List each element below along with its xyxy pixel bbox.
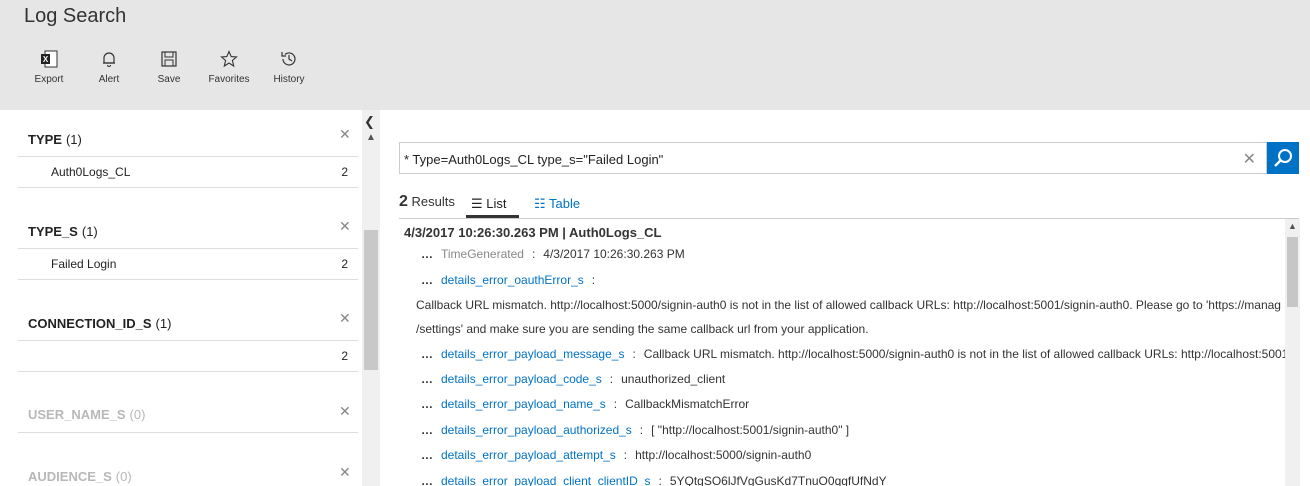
ellipsis-icon[interactable]: … — [421, 397, 433, 411]
ellipsis-icon[interactable]: … — [421, 474, 433, 486]
facet-type-close-icon[interactable]: ✕ — [339, 126, 351, 143]
search-box: ✕ — [399, 142, 1267, 174]
facet-header-type: TYPE (1) — [28, 132, 82, 147]
favorites-label: Favorites — [208, 74, 250, 85]
star-icon — [199, 50, 259, 70]
search-input[interactable] — [404, 149, 1234, 169]
record-field: … details_error_oauthError_s: — [421, 273, 596, 287]
search-button[interactable] — [1267, 142, 1299, 174]
tab-list[interactable]: ☰ List — [471, 196, 507, 212]
export-button[interactable]: X Export — [19, 50, 79, 85]
record-field: … details_error_payload_client_clientID_s… — [421, 474, 887, 486]
facet-value-row[interactable]: Failed Login 2 — [18, 248, 358, 280]
facet-header-audience-s: AUDIENCE_S (0) — [28, 469, 132, 484]
favorites-button[interactable]: Favorites — [199, 50, 259, 85]
ellipsis-icon[interactable]: … — [421, 372, 433, 386]
results-list: 4/3/2017 10:26:30.263 PM | Auth0Logs_CL … — [399, 219, 1285, 486]
ellipsis-icon[interactable]: … — [421, 423, 433, 437]
facet-header-connection-id-s: CONNECTION_ID_S (1) — [28, 316, 172, 331]
history-clock-icon — [259, 50, 319, 70]
search-icon — [1274, 149, 1292, 167]
facet-user-name-s-close-icon[interactable]: ✕ — [339, 403, 351, 420]
history-button[interactable]: History — [259, 50, 319, 85]
save-button[interactable]: Save — [139, 50, 199, 85]
facet-audience-s-close-icon[interactable]: ✕ — [339, 464, 351, 481]
history-label: History — [273, 74, 305, 85]
svg-text:X: X — [43, 55, 49, 64]
scroll-up-arrow-icon[interactable]: ▲ — [366, 132, 376, 143]
list-icon: ☰ — [471, 196, 483, 211]
close-icon[interactable]: ✕ — [1243, 149, 1256, 169]
table-icon: ☷ — [534, 196, 546, 211]
alert-label: Alert — [98, 74, 120, 85]
scrollbar-thumb[interactable] — [1287, 237, 1298, 307]
ellipsis-icon[interactable]: … — [421, 273, 433, 287]
floppy-disk-icon — [139, 50, 199, 70]
save-label: Save — [157, 74, 181, 85]
bell-icon — [79, 50, 139, 70]
results-count: 2 Results — [399, 193, 455, 210]
excel-icon: X — [19, 50, 79, 70]
ellipsis-icon[interactable]: … — [421, 247, 433, 261]
record-field: … details_error_payload_attempt_s: http://… — [421, 448, 812, 462]
facet-header-type-s: TYPE_S (1) — [28, 224, 98, 239]
collapse-panel-chevron-left-icon[interactable]: ❮ — [364, 114, 375, 130]
filter-panel: TYPE (1) ✕ Auth0Logs_CL 2 TYPE_S (1) ✕ Fai… — [0, 110, 362, 486]
results-scrollbar[interactable]: ▲ — [1285, 219, 1300, 486]
record-title: 4/3/2017 10:26:30.263 PM | Auth0Logs_CL — [404, 225, 662, 240]
facet-divider — [18, 432, 358, 433]
field-long-value: Callback URL mismatch. http://localhost:… — [416, 298, 1281, 312]
export-label: Export — [34, 74, 64, 85]
filter-panel-scrollbar[interactable]: ❮ ▲ — [362, 110, 380, 486]
facet-connection-id-s-close-icon[interactable]: ✕ — [339, 310, 351, 327]
record-field: … details_error_payload_code_s: unauthoriz… — [421, 372, 726, 386]
alert-button[interactable]: Alert — [79, 50, 139, 85]
facet-header-user-name-s: USER_NAME_S (0) — [28, 407, 146, 422]
scroll-up-arrow-icon[interactable]: ▲ — [1288, 221, 1297, 231]
facet-value-row[interactable]: 2 — [18, 340, 358, 372]
scrollbar-thumb[interactable] — [364, 230, 378, 370]
ellipsis-icon[interactable]: … — [421, 448, 433, 462]
record-field: … details_error_payload_message_s: Callbac… — [421, 347, 1285, 361]
facet-value-row[interactable]: Auth0Logs_CL 2 — [18, 156, 358, 188]
record-field: … details_error_payload_name_s: CallbackMi… — [421, 397, 750, 411]
ellipsis-icon[interactable]: … — [421, 347, 433, 361]
record-field: … details_error_payload_authorized_s:[ "h… — [421, 423, 850, 437]
field-long-value: /settings' and make sure you are sending… — [416, 322, 869, 336]
tab-table[interactable]: ☷ Table — [534, 196, 580, 212]
record-field: … TimeGenerated:4/3/2017 10:26:30.263 PM — [421, 247, 685, 261]
top-toolbar: Log Search X Export Alert Save Favorites… — [0, 0, 1310, 110]
page-title: Log Search — [24, 5, 127, 27]
facet-type-s-close-icon[interactable]: ✕ — [339, 218, 351, 235]
